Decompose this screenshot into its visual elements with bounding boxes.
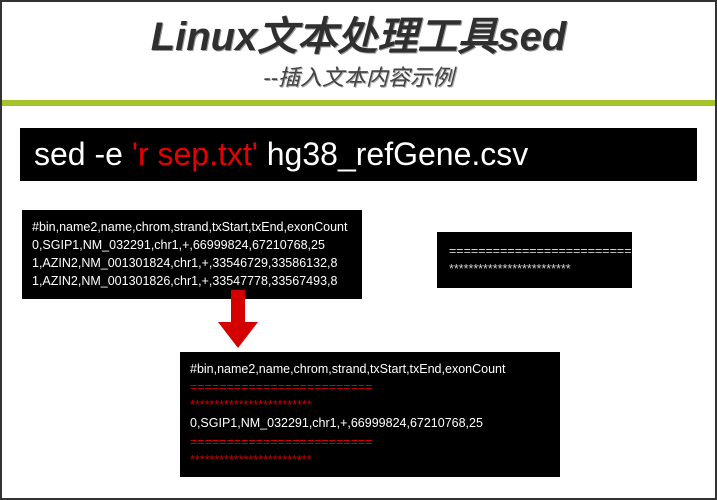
cmd-red-part: 'r sep.txt'	[132, 136, 258, 172]
cmd-suffix: hg38_refGene.csv	[258, 136, 528, 172]
input-file-box: #bin,name2,name,chrom,strand,txStart,txE…	[22, 210, 362, 299]
input-line: #bin,name2,name,chrom,strand,txStart,txE…	[32, 218, 352, 236]
output-line: #bin,name2,name,chrom,strand,txStart,txE…	[190, 360, 550, 378]
separator-file-box: ========================= **************…	[437, 232, 632, 288]
output-red-line: =========================	[190, 378, 550, 396]
output-line: 0,SGIP1,NM_032291,chr1,+,66999824,672107…	[190, 414, 550, 432]
output-red-line: *************************	[190, 451, 550, 469]
input-line: 1,AZIN2,NM_001301824,chr1,+,33546729,335…	[32, 254, 352, 272]
slide-title: Linux文本处理工具sed	[2, 4, 715, 62]
output-box: #bin,name2,name,chrom,strand,txStart,txE…	[180, 352, 560, 477]
slide-subtitle: --插入文本内容示例	[2, 60, 715, 92]
down-arrow-icon	[218, 290, 258, 350]
command-line: sed -e 'r sep.txt' hg38_refGene.csv	[20, 128, 697, 181]
slide-header: Linux文本处理工具sed --插入文本内容示例	[2, 2, 715, 106]
input-line: 0,SGIP1,NM_032291,chr1,+,66999824,672107…	[32, 236, 352, 254]
sep-line: =========================	[449, 242, 620, 260]
sep-line: *************************	[449, 260, 620, 278]
output-red-line: =========================	[190, 433, 550, 451]
cmd-prefix: sed -e	[34, 136, 132, 172]
input-line: 1,AZIN2,NM_001301826,chr1,+,33547778,335…	[32, 272, 352, 290]
output-red-line: *************************	[190, 396, 550, 414]
